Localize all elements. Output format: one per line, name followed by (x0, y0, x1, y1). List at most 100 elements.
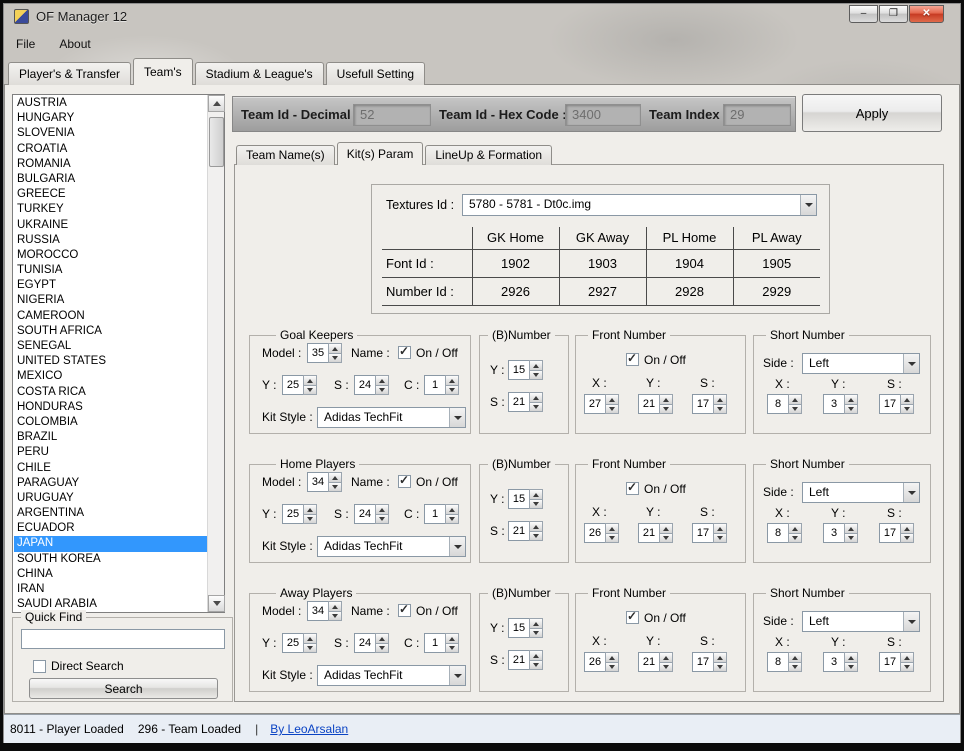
short-x-spinner[interactable]: 8 (767, 652, 802, 672)
spinner-down-icon[interactable] (529, 629, 543, 639)
chevron-down-icon[interactable] (903, 612, 919, 631)
spinner-up-icon[interactable] (605, 394, 619, 405)
short-x-spinner[interactable]: 8 (767, 394, 802, 414)
spinner-down-icon[interactable] (375, 515, 389, 525)
team-list-item[interactable]: URUGUAY (14, 491, 207, 506)
name-onoff-checkbox[interactable] (398, 475, 411, 488)
c-spinner[interactable]: 1 (424, 633, 459, 653)
spinner-up-icon[interactable] (529, 650, 543, 661)
spinner-down-icon[interactable] (605, 405, 619, 415)
spinner-up-icon[interactable] (844, 523, 858, 534)
team-list-item[interactable]: CHINA (14, 567, 207, 582)
spinner-down-icon[interactable] (900, 534, 914, 544)
team-list-item[interactable]: TURKEY (14, 202, 207, 217)
s-spinner[interactable]: 24 (354, 375, 389, 395)
front-s-spinner[interactable]: 17 (692, 652, 727, 672)
team-list-item[interactable]: BRAZIL (14, 430, 207, 445)
spinner-down-icon[interactable] (659, 663, 673, 673)
spinner-down-icon[interactable] (328, 483, 342, 493)
team-list-item[interactable]: HUNGARY (14, 111, 207, 126)
spinner-down-icon[interactable] (713, 534, 727, 544)
team-list-item[interactable]: GREECE (14, 187, 207, 202)
team-list-item[interactable]: IRAN (14, 582, 207, 597)
spinner-down-icon[interactable] (605, 663, 619, 673)
spinner-down-icon[interactable] (529, 371, 543, 381)
bnumber-y-spinner[interactable]: 15 (508, 618, 543, 638)
c-spinner[interactable]: 1 (424, 375, 459, 395)
chevron-down-icon[interactable] (800, 195, 816, 215)
front-x-spinner[interactable]: 26 (584, 652, 619, 672)
textures-id-select[interactable]: 5780 - 5781 - Dt0c.img (462, 194, 817, 216)
team-list-item[interactable]: CAMEROON (14, 309, 207, 324)
title-bar[interactable]: OF Manager 12 – ❐ ✕ (4, 4, 960, 30)
team-list-item[interactable]: RUSSIA (14, 233, 207, 248)
spinner-up-icon[interactable] (659, 652, 673, 663)
tab-usefull-setting[interactable]: Usefull Setting (326, 62, 425, 85)
team-list-item[interactable]: PARAGUAY (14, 476, 207, 491)
direct-search-checkbox[interactable] (33, 660, 46, 673)
menu-about[interactable]: About (47, 33, 102, 55)
team-list-item[interactable]: COSTA RICA (14, 385, 207, 400)
tab-teams[interactable]: Team's (133, 58, 193, 85)
spinner-up-icon[interactable] (788, 394, 802, 405)
minimize-button[interactable]: – (849, 5, 878, 23)
spinner-up-icon[interactable] (659, 394, 673, 405)
spinner-up-icon[interactable] (605, 652, 619, 663)
team-list-item[interactable]: EGYPT (14, 278, 207, 293)
team-list-item[interactable]: TUNISIA (14, 263, 207, 278)
team-list-item[interactable]: COLOMBIA (14, 415, 207, 430)
y-spinner[interactable]: 25 (282, 504, 317, 524)
spinner-up-icon[interactable] (445, 375, 459, 386)
kit-style-select[interactable]: Adidas TechFit (317, 407, 466, 428)
team-list-item[interactable]: SOUTH KOREA (14, 552, 207, 567)
spinner-up-icon[interactable] (303, 504, 317, 515)
front-number-onoff-checkbox[interactable] (626, 482, 639, 495)
team-list-item[interactable]: SENEGAL (14, 339, 207, 354)
model-spinner[interactable]: 34 (307, 472, 342, 492)
spinner-up-icon[interactable] (529, 521, 543, 532)
spinner-down-icon[interactable] (659, 534, 673, 544)
spinner-down-icon[interactable] (788, 534, 802, 544)
spinner-up-icon[interactable] (529, 618, 543, 629)
front-number-onoff-checkbox[interactable] (626, 611, 639, 624)
bnumber-s-spinner[interactable]: 21 (508, 392, 543, 412)
spinner-up-icon[interactable] (713, 394, 727, 405)
bnumber-y-spinner[interactable]: 15 (508, 489, 543, 509)
spinner-up-icon[interactable] (375, 375, 389, 386)
s-spinner[interactable]: 24 (354, 504, 389, 524)
spinner-up-icon[interactable] (328, 601, 342, 612)
spinner-up-icon[interactable] (605, 523, 619, 534)
spinner-up-icon[interactable] (713, 652, 727, 663)
spinner-down-icon[interactable] (713, 663, 727, 673)
spinner-down-icon[interactable] (900, 405, 914, 415)
team-list-item[interactable]: BULGARIA (14, 172, 207, 187)
spinner-up-icon[interactable] (303, 633, 317, 644)
spinner-down-icon[interactable] (788, 663, 802, 673)
credit-link[interactable]: By LeoArsalan (270, 722, 348, 736)
spinner-up-icon[interactable] (375, 504, 389, 515)
spinner-up-icon[interactable] (900, 394, 914, 405)
close-button[interactable]: ✕ (909, 5, 944, 23)
chevron-down-icon[interactable] (903, 483, 919, 502)
tab-kits-param[interactable]: Kit(s) Param (337, 142, 424, 165)
spinner-up-icon[interactable] (529, 360, 543, 371)
spinner-up-icon[interactable] (375, 633, 389, 644)
spinner-up-icon[interactable] (788, 652, 802, 663)
spinner-up-icon[interactable] (713, 523, 727, 534)
spinner-down-icon[interactable] (375, 644, 389, 654)
spinner-up-icon[interactable] (788, 523, 802, 534)
spinner-up-icon[interactable] (900, 652, 914, 663)
team-list-item[interactable]: JAPAN (14, 536, 207, 551)
spinner-down-icon[interactable] (900, 663, 914, 673)
tab-players-transfer[interactable]: Player's & Transfer (8, 62, 131, 85)
spinner-down-icon[interactable] (659, 405, 673, 415)
spinner-up-icon[interactable] (844, 394, 858, 405)
spinner-down-icon[interactable] (303, 644, 317, 654)
side-select[interactable]: Left (802, 353, 920, 374)
maximize-button[interactable]: ❐ (879, 5, 908, 23)
team-list-item[interactable]: SLOVENIA (14, 126, 207, 141)
spinner-up-icon[interactable] (529, 489, 543, 500)
c-spinner[interactable]: 1 (424, 504, 459, 524)
spinner-down-icon[interactable] (844, 405, 858, 415)
front-x-spinner[interactable]: 26 (584, 523, 619, 543)
